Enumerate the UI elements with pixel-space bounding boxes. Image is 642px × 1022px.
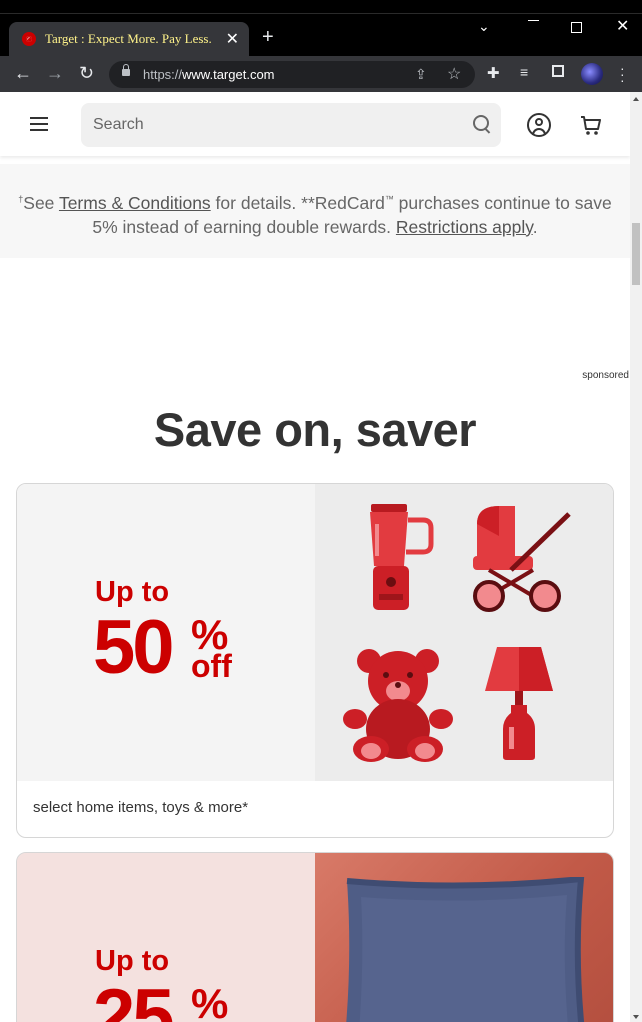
page-scrollbar[interactable] (630, 92, 642, 1022)
browser-titlebar: Target : Expect More. Pay Less. ✕ + ⌄ ✕ (0, 0, 642, 56)
promo-card-25[interactable]: Up to 25 % (16, 852, 614, 1022)
page-viewport: Search †See Terms & Conditions for detai… (0, 92, 630, 1022)
promo-caption: select home items, toys & more* (33, 799, 249, 816)
promo-text-panel: Up to 50 % off (17, 484, 315, 781)
forward-icon[interactable]: → (46, 63, 64, 83)
browser-toolbar: ← → ↻ https://www.target.com ⇪ ☆ ✚ ≡ · · · (0, 56, 642, 92)
lock-icon (122, 64, 130, 76)
account-icon[interactable] (527, 113, 551, 137)
tab-close-icon[interactable]: ✕ (226, 29, 239, 49)
tab-title: Target : Expect More. Pay Less. (45, 31, 212, 46)
notice-text-mid: for details. **RedCard (210, 192, 385, 213)
extensions-puzzle-icon[interactable]: ✚ (487, 64, 500, 82)
promo-card-50[interactable]: Up to 50 % off select home items, toys &… (16, 483, 614, 838)
scroll-down-icon[interactable] (633, 1015, 639, 1019)
reading-list-icon[interactable]: ≡ (520, 64, 528, 80)
promo-percent: 25 (93, 974, 175, 1022)
terms-notice: †See Terms & Conditions for details. **R… (0, 164, 630, 258)
window-close-icon[interactable]: ✕ (616, 16, 629, 36)
target-favicon-icon (22, 32, 36, 46)
menu-icon[interactable] (30, 117, 48, 131)
promo-off: off (191, 648, 232, 684)
restrictions-link[interactable]: Restrictions apply (396, 217, 533, 237)
bookmark-star-icon[interactable]: ☆ (447, 64, 461, 84)
lamp-icon (485, 647, 553, 760)
stroller-icon (473, 506, 571, 612)
cart-icon[interactable] (580, 115, 602, 137)
minimize-icon[interactable] (528, 20, 539, 21)
sponsored-label: sponsored (582, 370, 629, 381)
browser-tab[interactable]: Target : Expect More. Pay Less. ✕ (9, 22, 249, 56)
maximize-icon[interactable] (571, 22, 582, 33)
search-icon[interactable] (473, 115, 489, 131)
browser-menu-icon[interactable]: · · · (620, 61, 625, 87)
scrollbar-thumb[interactable] (632, 223, 640, 285)
profile-avatar[interactable] (581, 63, 603, 85)
notice-trademark: ™ (384, 194, 394, 204)
promo-percent-sign: % (191, 980, 229, 1022)
terms-conditions-link[interactable]: Terms & Conditions (59, 193, 211, 213)
promo-image-panel (315, 484, 613, 781)
tab-search-chevron-icon[interactable]: ⌄ (478, 18, 490, 35)
titlebar-divider (0, 13, 642, 14)
search-input[interactable]: Search (93, 116, 144, 134)
teddy-bear-icon (343, 649, 453, 762)
notice-text-end: . (532, 216, 538, 237)
back-icon[interactable]: ← (14, 63, 32, 83)
pillow-image (346, 877, 585, 1022)
address-bar[interactable]: https://www.target.com ⇪ ☆ (109, 61, 475, 88)
search-bar[interactable]: Search (81, 103, 501, 147)
blender-icon (370, 504, 434, 610)
notice-text-see: See (23, 192, 59, 213)
address-url: https://www.target.com (143, 67, 275, 82)
section-heading: Save on, saver (153, 403, 477, 456)
side-panel-icon[interactable] (552, 65, 564, 77)
promo-text-panel: Up to 25 % (17, 853, 315, 1022)
reload-icon[interactable]: ↻ (79, 63, 94, 83)
scroll-up-icon[interactable] (633, 97, 639, 101)
promo-percent: 50 (93, 605, 175, 690)
share-icon[interactable]: ⇪ (415, 66, 427, 83)
promo-image-panel (315, 853, 613, 1022)
new-tab-icon[interactable]: + (262, 27, 274, 47)
site-header: Search (0, 92, 630, 156)
